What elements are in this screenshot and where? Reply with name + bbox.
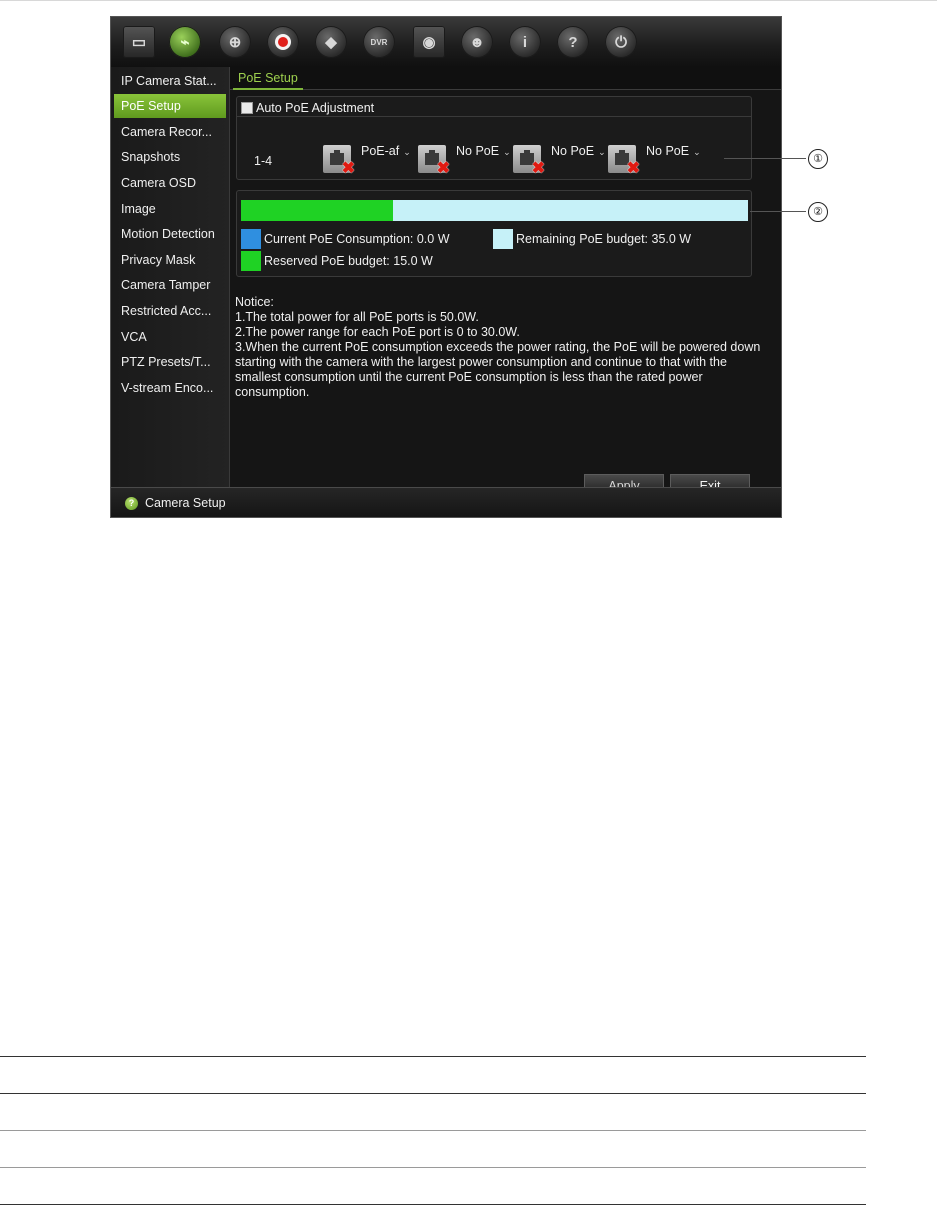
ethernet-port-icon: ✖ — [608, 145, 640, 177]
sidebar-item-snapshots[interactable]: Snapshots — [114, 145, 226, 169]
sidebar-item-camera-tamper[interactable]: Camera Tamper — [114, 273, 226, 297]
sidebar-item-camera-recording[interactable]: Camera Recor... — [114, 120, 226, 144]
poe-port-1: ✖ PoE-af ⌄ — [323, 143, 415, 179]
storage-icon[interactable]: ◉ — [413, 26, 445, 58]
monitor-icon[interactable]: ▭ — [123, 26, 155, 58]
poe-mode-select-4[interactable]: No PoE ⌄ — [646, 144, 701, 158]
remaining-swatch — [493, 229, 513, 249]
table-rule — [0, 1056, 866, 1057]
disconnected-x-icon: ✖ — [341, 160, 355, 177]
sidebar-item-camera-osd[interactable]: Camera OSD — [114, 171, 226, 195]
notice-text: Notice: 1.The total power for all PoE po… — [235, 295, 765, 400]
disconnected-x-icon: ✖ — [626, 160, 640, 177]
status-text: Camera Setup — [145, 496, 226, 510]
auto-poe-label: Auto PoE Adjustment — [256, 101, 375, 115]
reserved-swatch — [241, 251, 261, 271]
tab-strip: PoE Setup — [230, 67, 781, 90]
table-rule — [0, 1167, 866, 1168]
callout-line-2 — [750, 211, 806, 212]
table-rule — [0, 1130, 866, 1131]
remaining-budget-label: Remaining PoE budget: 35.0 W — [516, 232, 692, 246]
main-toolbar: ▭ ⌁ ⊕ ◆ DVR ◉ ☻ i ? ⏻ — [111, 17, 781, 68]
legend-remaining-budget: Remaining PoE budget: 35.0 W — [493, 228, 691, 250]
legend-current-consumption: Current PoE Consumption: 0.0 W — [241, 228, 450, 250]
poe-mode-value: No PoE — [456, 144, 500, 158]
sidebar-item-v-stream-encoding[interactable]: V-stream Enco... — [114, 376, 226, 400]
port-range-label: 1-4 — [254, 154, 273, 168]
auto-poe-checkbox[interactable] — [241, 102, 253, 114]
callout-1: ① — [808, 149, 828, 169]
poe-mode-value: No PoE — [551, 144, 595, 158]
poe-mode-select-1[interactable]: PoE-af ⌄ — [361, 144, 411, 158]
consumption-swatch — [241, 229, 261, 249]
legend-reserved-budget: Reserved PoE budget: 15.0 W — [241, 250, 433, 272]
main-panel: PoE Setup Auto PoE Adjustment 1-4 ✖ PoE-… — [230, 67, 781, 496]
current-consumption-label: Current PoE Consumption: 0.0 W — [264, 232, 450, 246]
poe-port-3: ✖ No PoE ⌄ — [513, 143, 606, 179]
notice-heading: Notice: — [235, 295, 274, 309]
disconnected-x-icon: ✖ — [531, 160, 545, 177]
poe-budget-group: Current PoE Consumption: 0.0 W Remaining… — [236, 190, 752, 277]
help-icon[interactable]: ? — [557, 26, 589, 58]
camera-icon[interactable]: ⌁ — [169, 26, 201, 58]
notice-line-2: 2.The power range for each PoE port is 0… — [235, 325, 520, 339]
poe-mode-select-2[interactable]: No PoE ⌄ — [456, 144, 511, 158]
network-icon[interactable]: ⊕ — [219, 26, 251, 58]
notice-line-3: 3.When the current PoE consumption excee… — [235, 340, 761, 399]
chevron-down-icon: ⌄ — [693, 147, 701, 157]
ethernet-port-icon: ✖ — [323, 145, 355, 177]
reserved-budget-label: Reserved PoE budget: 15.0 W — [264, 254, 433, 268]
info-icon[interactable]: i — [509, 26, 541, 58]
sidebar-item-poe-setup[interactable]: PoE Setup — [114, 94, 226, 118]
reserved-budget-fill — [241, 200, 394, 221]
callout-line-1 — [724, 158, 806, 159]
sidebar-item-image[interactable]: Image — [114, 197, 226, 221]
poe-ports-group: Auto PoE Adjustment 1-4 ✖ PoE-af ⌄ ✖ No P… — [236, 96, 752, 180]
sidebar-item-ptz-presets[interactable]: PTZ Presets/T... — [114, 350, 226, 374]
callout-2: ② — [808, 202, 828, 222]
table-rule — [0, 1093, 866, 1094]
device-icon[interactable]: DVR — [363, 26, 395, 58]
auto-poe-row[interactable]: Auto PoE Adjustment — [241, 100, 374, 116]
disconnected-x-icon: ✖ — [436, 160, 450, 177]
dvr-screen: ▭ ⌁ ⊕ ◆ DVR ◉ ☻ i ? ⏻ IP Camera Stat... … — [110, 16, 782, 518]
record-icon[interactable] — [267, 26, 299, 58]
poe-mode-select-3[interactable]: No PoE ⌄ — [551, 144, 606, 158]
status-bar: ? Camera Setup — [111, 487, 781, 517]
poe-budget-bar — [241, 200, 748, 221]
page-top-rule — [0, 0, 937, 1]
group-divider — [237, 116, 751, 117]
poe-mode-value: PoE-af — [361, 144, 400, 158]
sidebar-item-restricted-access[interactable]: Restricted Acc... — [114, 299, 226, 323]
tab-poe-setup[interactable]: PoE Setup — [233, 69, 303, 90]
poe-mode-value: No PoE — [646, 144, 690, 158]
poe-port-2: ✖ No PoE ⌄ — [418, 143, 511, 179]
chevron-down-icon: ⌄ — [503, 147, 511, 157]
alarm-icon[interactable]: ◆ — [315, 26, 347, 58]
sidebar-item-motion-detection[interactable]: Motion Detection — [114, 222, 226, 246]
sidebar-item-ip-camera-status[interactable]: IP Camera Stat... — [114, 69, 226, 93]
sidebar: IP Camera Stat... PoE Setup Camera Recor… — [111, 67, 230, 487]
user-icon[interactable]: ☻ — [461, 26, 493, 58]
sidebar-item-privacy-mask[interactable]: Privacy Mask — [114, 248, 226, 272]
chevron-down-icon: ⌄ — [598, 147, 606, 157]
ethernet-port-icon: ✖ — [513, 145, 545, 177]
ethernet-port-icon: ✖ — [418, 145, 450, 177]
poe-port-4: ✖ No PoE ⌄ — [608, 143, 701, 179]
sidebar-item-vca[interactable]: VCA — [114, 325, 226, 349]
notice-line-1: 1.The total power for all PoE ports is 5… — [235, 310, 479, 324]
help-dot-icon: ? — [125, 496, 138, 510]
power-icon[interactable]: ⏻ — [605, 26, 637, 58]
chevron-down-icon: ⌄ — [403, 147, 411, 157]
